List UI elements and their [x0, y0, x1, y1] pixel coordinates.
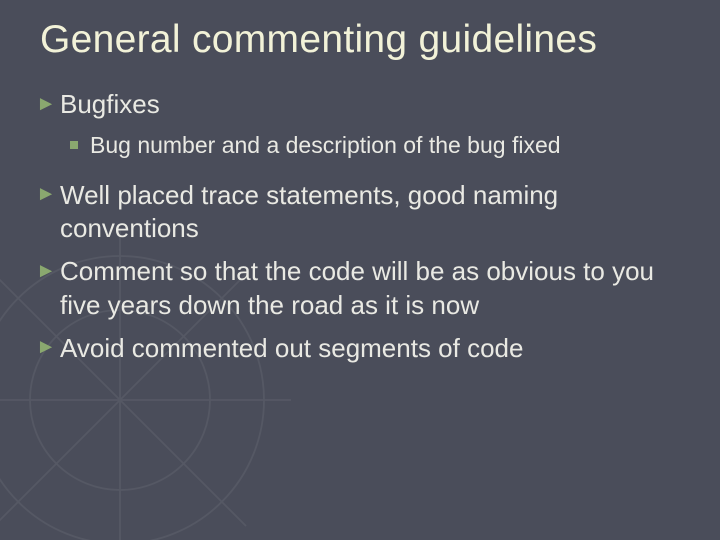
square-bullet-icon: [70, 141, 78, 149]
slide-title: General commenting guidelines: [40, 18, 684, 62]
triangle-bullet-icon: ►: [36, 182, 56, 208]
bullet-lead: Avoid: [60, 333, 125, 363]
bullet-avoid-commented: ► Avoid commented out segments of code: [36, 332, 684, 365]
bullet-bugfixes: ► Bugfixes: [36, 88, 684, 121]
bullet-text: Bugfixes: [60, 89, 160, 119]
bullet-well-placed: ► Well placed trace statements, good nam…: [36, 179, 684, 246]
triangle-bullet-icon: ►: [36, 259, 56, 285]
subbullet-text: Bug number and a description of the bug …: [90, 132, 561, 158]
slide: General commenting guidelines ► Bugfixes…: [0, 0, 720, 540]
bullet-rest: commented out segments of code: [125, 333, 524, 363]
bullet-lead: Comment: [60, 256, 173, 286]
subbullet-bug-number: Bug number and a description of the bug …: [36, 131, 684, 160]
bullet-comment-obvious: ► Comment so that the code will be as ob…: [36, 255, 684, 322]
slide-content: ► Bugfixes Bug number and a description …: [36, 88, 684, 365]
bullet-rest: placed trace statements, good naming con…: [60, 180, 558, 243]
bullet-lead: Well: [60, 180, 110, 210]
triangle-bullet-icon: ►: [36, 92, 56, 118]
triangle-bullet-icon: ►: [36, 335, 56, 361]
